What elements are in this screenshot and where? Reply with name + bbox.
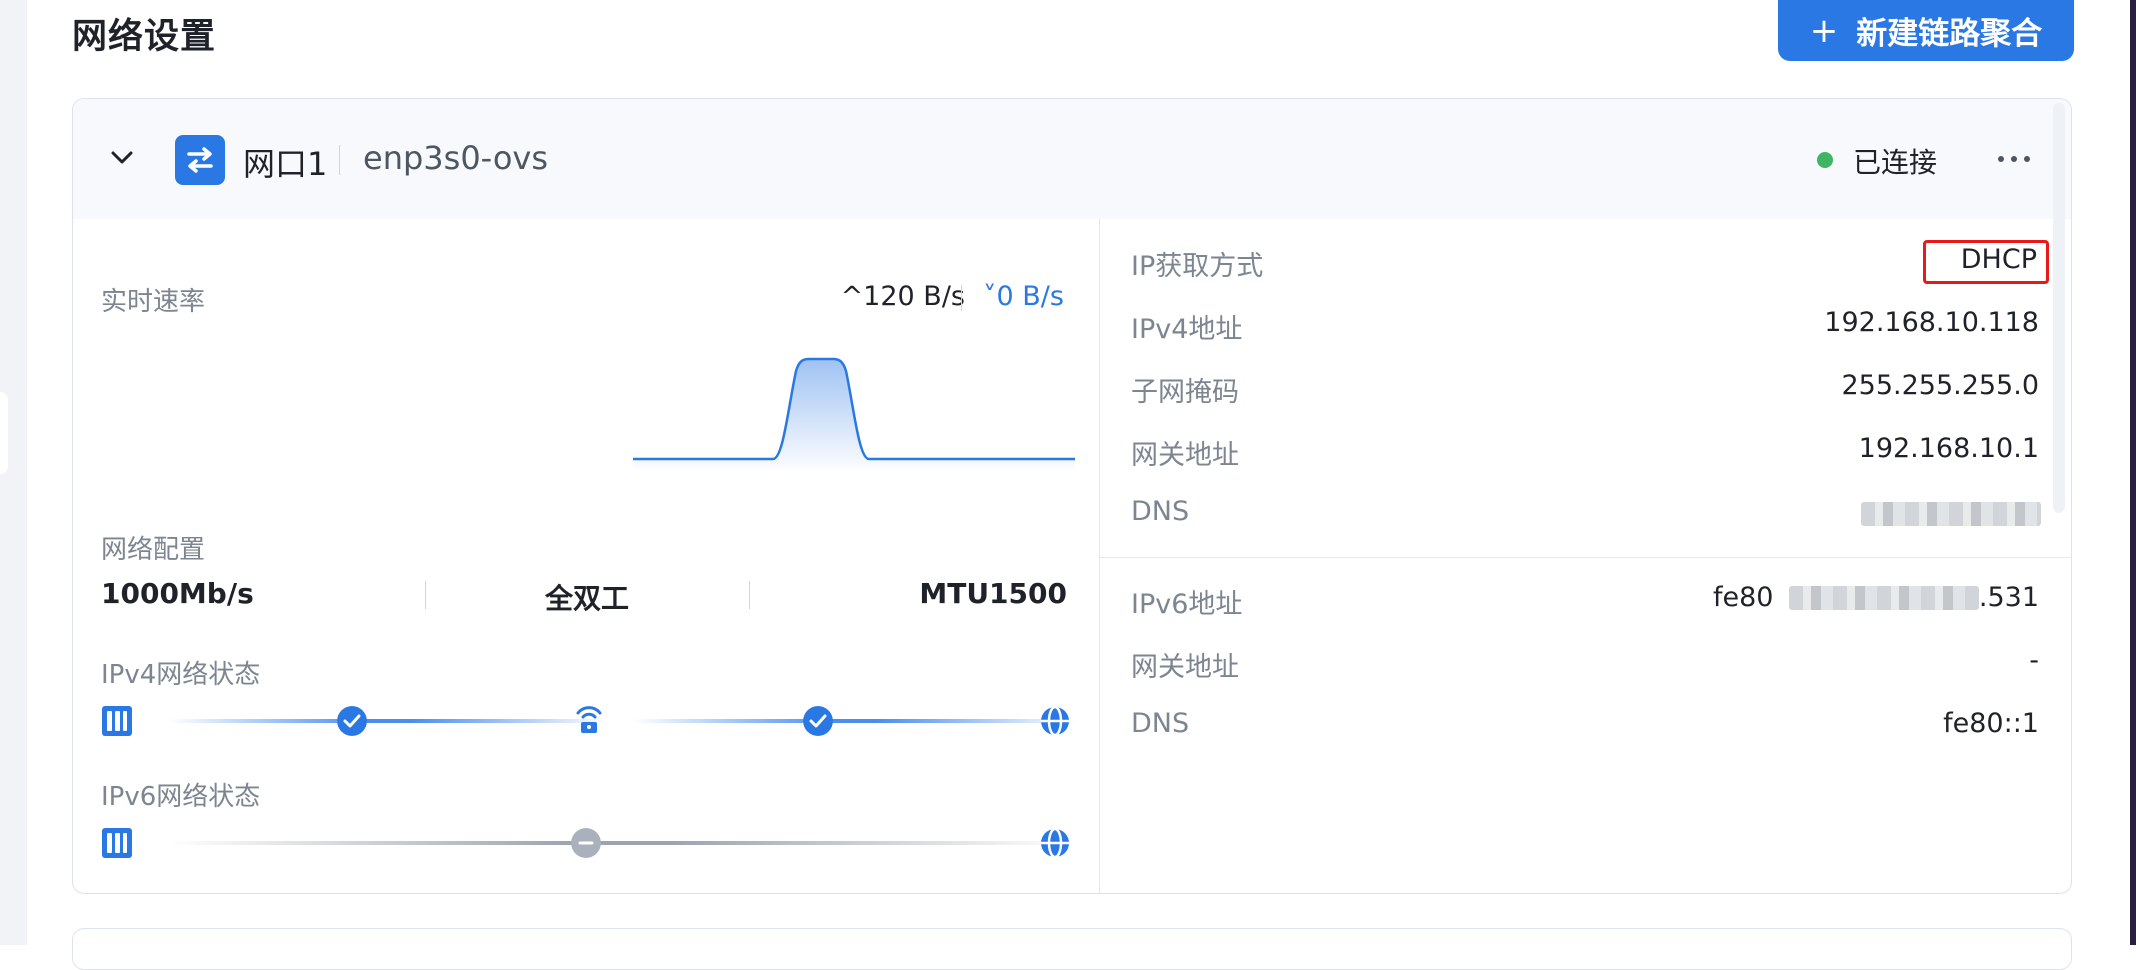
duplex-mode: 全双工 — [545, 582, 630, 615]
subnet-mask-label: 子网掩码 — [1131, 377, 1239, 408]
server-icon — [102, 706, 132, 736]
ipv6-status-label: IPv6网络状态 — [101, 782, 261, 812]
plus-icon: + — [1809, 10, 1839, 51]
ipv6-dns-label: DNS — [1131, 708, 1190, 739]
new-link-aggregation-label: 新建链路聚合 — [1856, 16, 2043, 52]
minus-icon — [571, 828, 601, 858]
ipv4-status-label: IPv4网络状态 — [101, 660, 261, 690]
header-separator — [339, 145, 340, 175]
network-port-card: 网口1 enp3s0-ovs 已连接 实时速率 ^120 B/s ˅0 B/s … — [72, 98, 2072, 894]
scrollbar[interactable] — [2053, 103, 2065, 513]
ipv6-dns-value: fe80::1 — [1943, 708, 2039, 739]
link-speed: 1000Mb/s — [101, 577, 254, 610]
sidebar-tab[interactable] — [0, 392, 8, 474]
ipv4-link-line — [633, 719, 1077, 723]
page-title: 网络设置 — [72, 17, 217, 57]
connection-status: 已连接 — [1853, 146, 1938, 179]
download-rate: ˅0 B/s — [983, 281, 1064, 312]
port-name: 网口1 — [243, 145, 328, 183]
ipv6-address-suffix: .531 — [1978, 582, 2039, 613]
check-icon — [337, 706, 367, 736]
ipv4-gateway-label: 网关地址 — [1131, 440, 1239, 471]
rate-separator — [961, 285, 962, 311]
ipv6-link-line — [169, 841, 1075, 845]
highlight-box — [1923, 240, 2049, 284]
ipv4-link-line — [169, 719, 609, 723]
status-indicator-dot — [1817, 152, 1833, 168]
ipv6-address-prefix: fe80 — [1713, 582, 1774, 613]
mtu-value: MTU1500 — [919, 577, 1067, 610]
ipv4-dns-label: DNS — [1131, 496, 1190, 527]
ipv6-address-redacted — [1789, 586, 1979, 610]
chevron-down-icon[interactable] — [107, 143, 137, 173]
ipv6-gateway-label: 网关地址 — [1131, 652, 1239, 683]
port-swap-icon — [175, 135, 225, 185]
subnet-mask-value: 255.255.255.0 — [1841, 370, 2039, 401]
card-header: 网口1 enp3s0-ovs 已连接 — [73, 99, 2071, 219]
network-config-label: 网络配置 — [101, 535, 206, 565]
realtime-rate-chart — [633, 357, 1075, 469]
check-icon — [803, 706, 833, 736]
ipv6-gateway-value: - — [2029, 645, 2039, 676]
more-icon[interactable] — [1998, 147, 2030, 171]
router-icon — [576, 706, 602, 733]
upload-rate: ^120 B/s — [840, 281, 965, 312]
globe-icon — [1041, 705, 1069, 737]
config-separator — [749, 581, 750, 609]
ipv4-address-label: IPv4地址 — [1131, 314, 1243, 345]
interface-name: enp3s0-ovs — [363, 139, 548, 177]
ipv6-address-label: IPv6地址 — [1131, 589, 1243, 620]
ipv4-gateway-value: 192.168.10.1 — [1858, 433, 2039, 464]
right-edge-panel — [2130, 0, 2136, 945]
globe-icon — [1041, 827, 1069, 859]
ipv4-ipv6-divider — [1100, 557, 2071, 558]
realtime-rate-label: 实时速率 — [101, 287, 206, 317]
next-port-card[interactable] — [72, 928, 2072, 970]
ipv4-dns-value-redacted — [1861, 502, 2041, 526]
server-icon — [102, 828, 132, 858]
ipv4-address-value: 192.168.10.118 — [1824, 307, 2039, 338]
ip-method-label: IP获取方式 — [1131, 251, 1264, 282]
new-link-aggregation-button[interactable]: + 新建链路聚合 — [1778, 0, 2074, 61]
config-separator — [425, 581, 426, 609]
column-divider — [1099, 219, 1100, 893]
